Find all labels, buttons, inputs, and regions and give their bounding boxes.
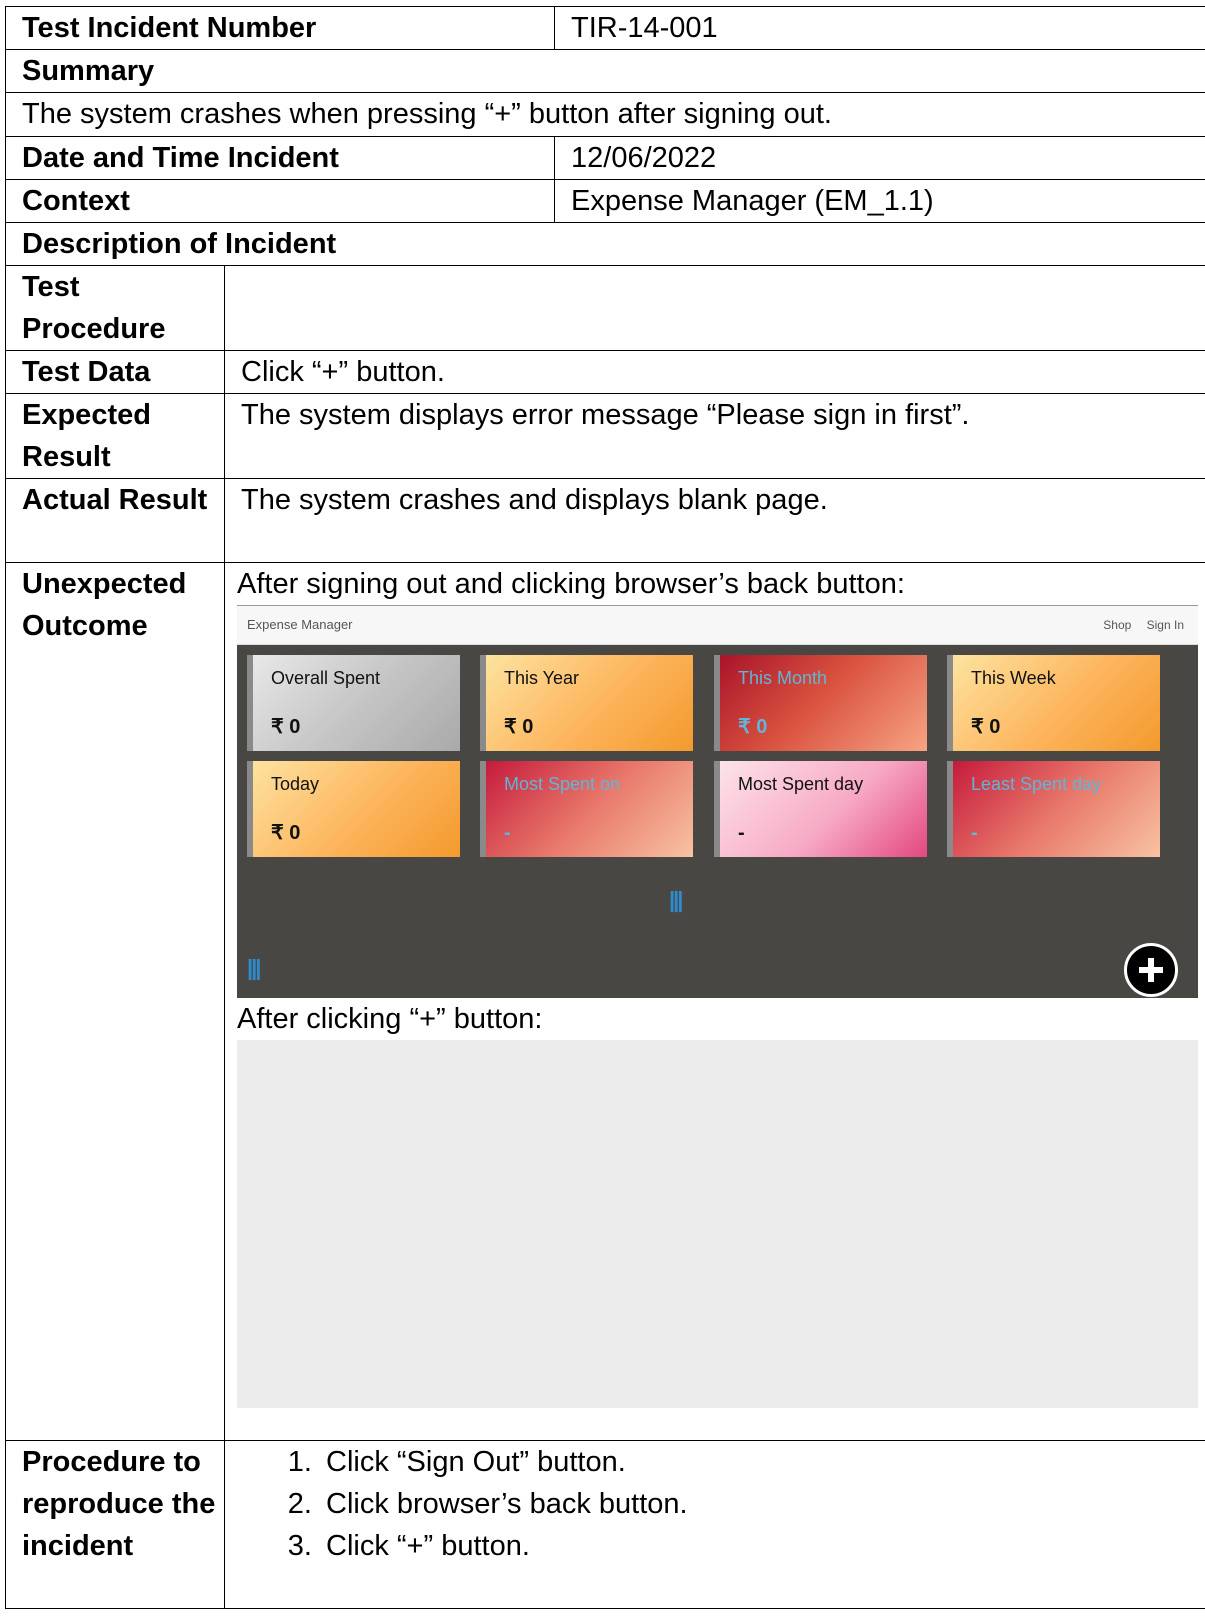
bar-chart-icon: ||| — [669, 887, 684, 912]
expected-result-value: The system displays error message “Pleas… — [224, 393, 1205, 479]
card-title: This Year — [504, 668, 580, 688]
unexpected-outcome-cell: After signing out and clicking browser’s… — [224, 562, 1205, 1441]
description-label: Description of Incident — [5, 222, 1205, 266]
procedure-steps: Click “Sign Out” button. Click browser’s… — [225, 1441, 1205, 1567]
plus-circle-icon[interactable] — [1124, 943, 1178, 997]
card-title: Overall Spent — [271, 668, 381, 688]
card-most-spent-on: Most Spent on - — [480, 761, 693, 857]
procedure-step: Click browser’s back button. — [320, 1483, 1205, 1525]
card-this-month: This Month ₹ 0 — [714, 655, 927, 751]
summary-text: The system crashes when pressing “+” but… — [5, 92, 1205, 137]
card-value: - — [504, 822, 511, 844]
em-dashboard: Overall Spent ₹ 0 This Year ₹ 0 This Mon… — [237, 645, 1198, 998]
actual-result-label: Actual Result — [5, 478, 225, 563]
actual-result-value: The system crashes and displays blank pa… — [224, 478, 1205, 563]
unexpected-outcome-label: Unexpected Outcome — [5, 562, 225, 1441]
card-title: This Month — [738, 668, 828, 688]
test-data-value: Click “+” button. — [224, 350, 1205, 394]
card-this-week: This Week ₹ 0 — [947, 655, 1160, 751]
card-title: Least Spent day — [971, 774, 1102, 794]
incident-report: Test Incident Number TIR-14-001 Summary … — [5, 6, 1205, 1609]
card-value: ₹ 0 — [271, 716, 301, 738]
date-label: Date and Time Incident — [5, 136, 555, 180]
context-label: Context — [5, 179, 555, 223]
bar-chart-icon: ||| — [247, 955, 262, 980]
test-incident-number-label: Test Incident Number — [5, 6, 555, 50]
date-value: 12/06/2022 — [554, 136, 1205, 180]
card-most-spent-day: Most Spent day - — [714, 761, 927, 857]
em-nav-signin[interactable]: Sign In — [1147, 618, 1184, 632]
card-today: Today ₹ 0 — [247, 761, 460, 857]
card-value: - — [738, 822, 745, 844]
test-procedure-label: Test Procedure — [5, 265, 225, 351]
test-data-label: Test Data — [5, 350, 225, 394]
test-incident-number-value: TIR-14-001 — [554, 6, 1205, 50]
procedure-step: Click “+” button. — [320, 1525, 1205, 1567]
card-value: ₹ 0 — [738, 716, 768, 738]
card-value: ₹ 0 — [971, 716, 1001, 738]
card-title: Most Spent day — [738, 774, 864, 794]
context-value: Expense Manager (EM_1.1) — [554, 179, 1205, 223]
em-brand: Expense Manager — [247, 617, 353, 632]
caption-after-signout: After signing out and clicking browser’s… — [237, 568, 905, 600]
caption-after-plus: After clicking “+” button: — [237, 1003, 543, 1035]
summary-label: Summary — [5, 49, 1205, 93]
card-value: - — [971, 822, 978, 844]
card-title: Today — [271, 774, 320, 794]
card-value: ₹ 0 — [271, 822, 301, 844]
card-least-spent-day: Least Spent day - — [947, 761, 1160, 857]
card-value: ₹ 0 — [504, 716, 534, 738]
blank-page-screenshot — [237, 1040, 1198, 1408]
expense-manager-screenshot: Expense Manager Shop Sign In Overall Spe… — [237, 605, 1198, 998]
procedure-steps-cell: Click “Sign Out” button. Click browser’s… — [224, 1440, 1205, 1609]
card-title: Most Spent on — [504, 774, 621, 794]
expected-result-label: Expected Result — [5, 393, 225, 479]
card-this-year: This Year ₹ 0 — [480, 655, 693, 751]
card-overall-spent: Overall Spent ₹ 0 — [247, 655, 460, 751]
em-nav-links: Shop Sign In — [1091, 606, 1184, 644]
em-nav-shop[interactable]: Shop — [1103, 618, 1131, 632]
card-title: This Week — [971, 668, 1056, 688]
test-procedure-value — [224, 265, 1205, 351]
procedure-step: Click “Sign Out” button. — [320, 1441, 1205, 1483]
em-navbar: Expense Manager Shop Sign In — [237, 605, 1198, 645]
procedure-label: Procedure to reproduce the incident — [5, 1440, 225, 1609]
incident-table: Test Incident Number TIR-14-001 Summary … — [5, 6, 1205, 1609]
